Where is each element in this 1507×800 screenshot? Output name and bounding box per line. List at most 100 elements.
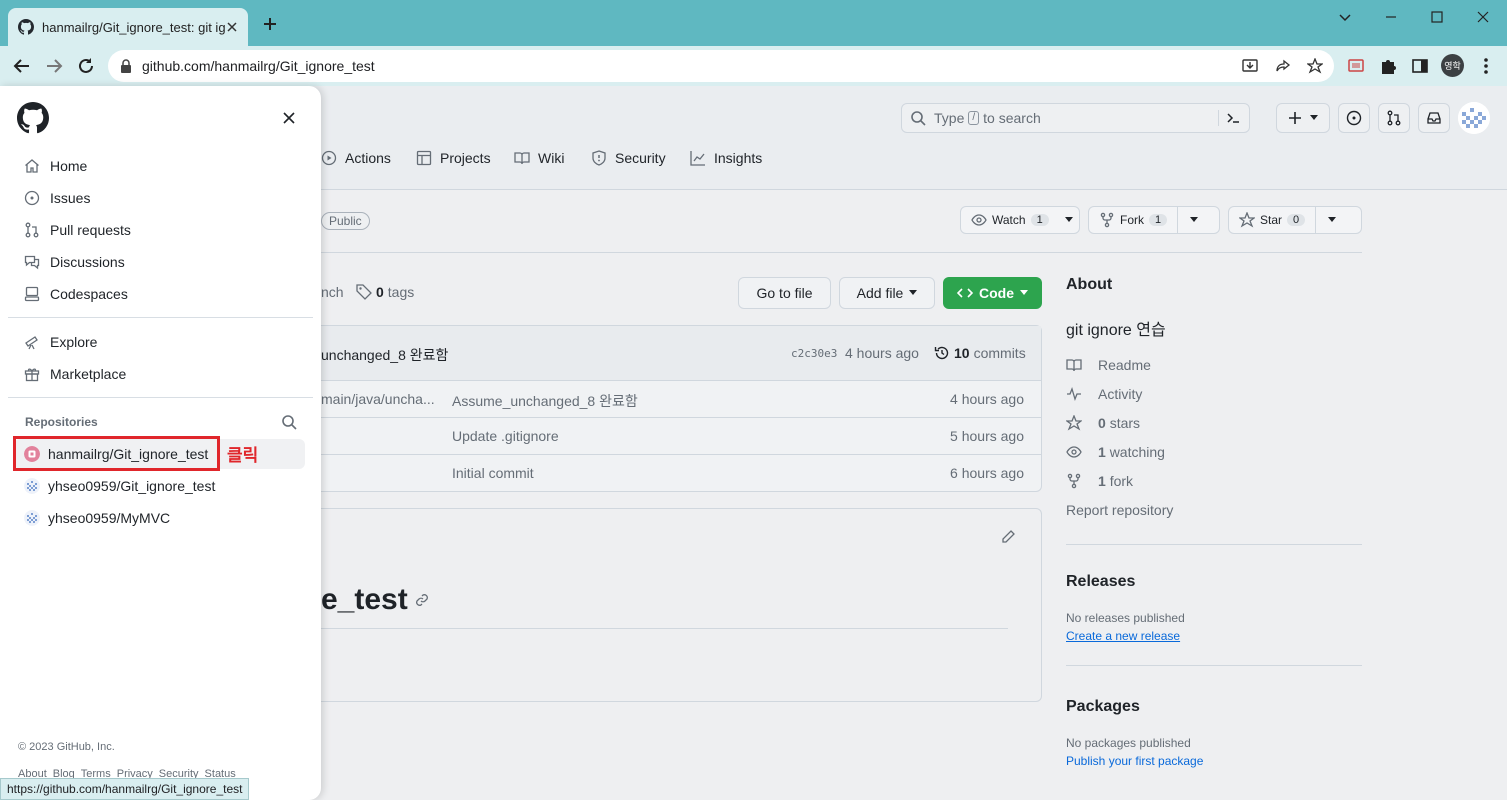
tab-actions[interactable]: Actions (321, 150, 391, 166)
user-avatar[interactable] (1458, 102, 1490, 134)
search-input[interactable]: Type / to search (901, 103, 1250, 133)
browser-tab[interactable]: hanmailrg/Git_ignore_test: git ig (8, 8, 248, 46)
table-row[interactable]: main/java/uncha... Assume_unchanged_8 완료… (321, 381, 1041, 418)
tab-security[interactable]: Security (591, 150, 666, 166)
caret-down-icon (1064, 217, 1073, 223)
file-commit-message[interactable]: Update .gitignore (452, 428, 559, 444)
comment-discussion-icon (24, 254, 40, 270)
git-pull-request-icon (1386, 110, 1402, 126)
watching-link[interactable]: 1 watching (1066, 437, 1362, 466)
nav-pull-requests[interactable]: Pull requests (24, 218, 131, 242)
chevron-down-icon[interactable] (1336, 8, 1354, 26)
repo-item-yhseo0959-git-ignore-test[interactable]: yhseo0959/Git_ignore_test (14, 471, 305, 501)
nav-explore[interactable]: Explore (24, 330, 97, 354)
cast-icon[interactable] (1346, 56, 1366, 76)
latest-commit-hash[interactable]: c2c30e3 (791, 347, 837, 360)
nav-marketplace[interactable]: Marketplace (24, 362, 126, 386)
minimize-icon[interactable] (1382, 8, 1400, 26)
code-button[interactable]: Code (943, 277, 1042, 309)
search-shortcut-key: / (968, 111, 980, 125)
tags-link[interactable]: 0 tags (356, 284, 414, 300)
forks-link[interactable]: 1 fork (1066, 466, 1362, 495)
activity-link[interactable]: Activity (1066, 379, 1362, 408)
maximize-icon[interactable] (1428, 8, 1446, 26)
tab-title: hanmailrg/Git_ignore_test: git ig (42, 19, 226, 35)
watch-dropdown[interactable] (1059, 207, 1079, 233)
stars-link[interactable]: 0 stars (1066, 408, 1362, 437)
fork-label: Fork (1120, 213, 1144, 227)
repo-item-yhseo0959-mymvc[interactable]: yhseo0959/MyMVC (14, 503, 305, 533)
star-count: 0 (1287, 214, 1306, 226)
profile-avatar[interactable]: 영학 (1441, 54, 1464, 77)
star-dropdown[interactable] (1315, 207, 1347, 233)
eye-icon (1066, 444, 1082, 460)
install-icon[interactable] (1241, 57, 1259, 75)
share-icon[interactable] (1274, 57, 1292, 75)
releases-heading[interactable]: Releases (1066, 573, 1362, 591)
telescope-icon (24, 334, 40, 350)
inbox-button[interactable] (1418, 103, 1450, 133)
file-browser: unchanged_8 완료함 c2c30e3 4 hours ago 10 c… (321, 325, 1042, 492)
table-row[interactable]: Initial commit 6 hours ago (321, 455, 1041, 492)
close-window-icon[interactable] (1474, 8, 1492, 26)
fork-dropdown[interactable] (1177, 207, 1209, 233)
github-logo-icon[interactable] (17, 102, 49, 134)
bookmark-star-icon[interactable] (1306, 57, 1324, 75)
tab-projects[interactable]: Projects (416, 150, 491, 166)
close-drawer-icon[interactable] (281, 110, 297, 126)
report-repository-link[interactable]: Report repository (1066, 495, 1362, 524)
go-to-file-button[interactable]: Go to file (738, 277, 831, 309)
pull-requests-button[interactable] (1378, 103, 1410, 133)
latest-commit-message[interactable]: unchanged_8 완료함 (321, 345, 448, 365)
tab-wiki[interactable]: Wiki (514, 150, 564, 166)
side-panel-icon[interactable] (1410, 56, 1430, 76)
create-release-link[interactable]: Create a new release (1066, 629, 1362, 643)
nav-marketplace-label: Marketplace (50, 366, 127, 382)
nav-discussions[interactable]: Discussions (24, 250, 125, 274)
file-name[interactable]: main/java/uncha... (321, 391, 435, 407)
file-commit-time: 4 hours ago (950, 391, 1024, 407)
star-button[interactable]: Star 0 (1228, 206, 1362, 234)
tab-insights[interactable]: Insights (690, 150, 762, 166)
close-tab-icon[interactable] (226, 21, 238, 33)
commits-link[interactable]: 10 commits (934, 345, 1026, 361)
address-bar[interactable]: github.com/hanmailrg/Git_ignore_test (108, 50, 1334, 82)
watch-button[interactable]: Watch 1 (960, 206, 1080, 234)
issue-opened-icon (1346, 110, 1362, 126)
nav-home-label: Home (50, 158, 88, 174)
table-row[interactable]: Update .gitignore 5 hours ago (321, 418, 1041, 455)
issues-button[interactable] (1338, 103, 1370, 133)
more-menu-icon[interactable] (1476, 56, 1496, 76)
reload-icon[interactable] (76, 56, 96, 76)
browser-toolbar: github.com/hanmailrg/Git_ignore_test 영학 (0, 46, 1507, 86)
link-icon[interactable] (414, 592, 430, 608)
forward-icon[interactable] (44, 56, 64, 76)
highlight-box (13, 436, 220, 471)
fork-count: 1 (1149, 214, 1168, 226)
readme-link[interactable]: Readme (1066, 350, 1362, 379)
caret-down-icon (1189, 217, 1198, 223)
no-packages-text: No packages published (1066, 736, 1191, 750)
pulse-icon (1066, 386, 1082, 402)
add-file-button[interactable]: Add file (839, 277, 935, 309)
branches-link[interactable]: nch (321, 284, 344, 300)
pencil-icon[interactable] (1000, 529, 1016, 545)
search-icon[interactable] (281, 414, 297, 430)
packages-heading[interactable]: Packages (1066, 698, 1362, 716)
create-new-button[interactable] (1276, 103, 1330, 133)
file-commit-message[interactable]: Assume_unchanged_8 완료함 (452, 391, 638, 411)
back-icon[interactable] (12, 56, 32, 76)
table-icon (416, 150, 432, 166)
add-file-label: Add file (856, 285, 904, 301)
fork-button[interactable]: Fork 1 (1088, 206, 1220, 234)
extensions-puzzle-icon[interactable] (1378, 56, 1398, 76)
repo-owner-avatar (24, 478, 40, 494)
nav-issues[interactable]: Issues (24, 186, 90, 210)
nav-codespaces[interactable]: Codespaces (24, 282, 128, 306)
command-palette-icon[interactable] (1218, 110, 1241, 126)
file-commit-message[interactable]: Initial commit (452, 465, 534, 481)
publish-package-link[interactable]: Publish your first package (1066, 754, 1362, 768)
new-tab-icon[interactable] (260, 14, 280, 34)
nav-home[interactable]: Home (24, 154, 87, 178)
readme-divider (321, 628, 1008, 629)
